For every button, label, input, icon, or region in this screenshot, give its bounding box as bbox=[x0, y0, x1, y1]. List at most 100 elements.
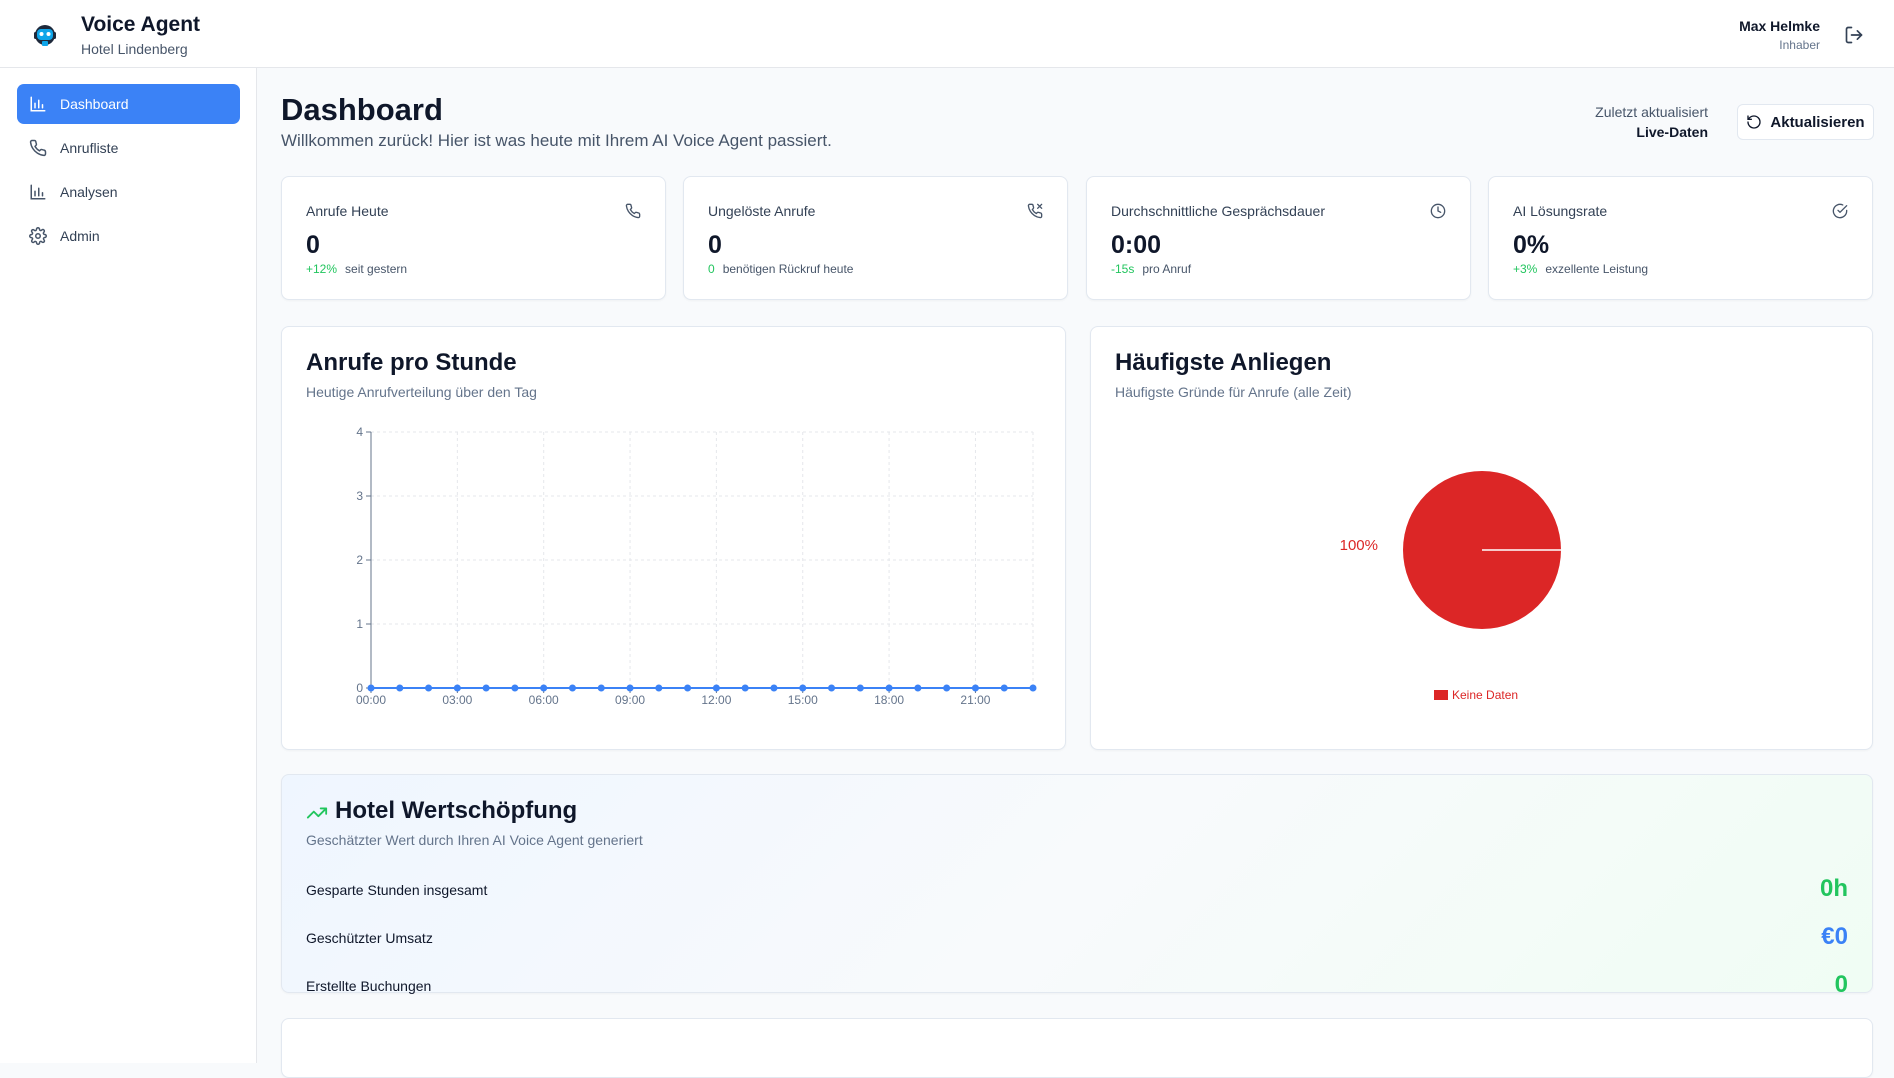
data-point bbox=[914, 684, 922, 692]
data-point bbox=[482, 684, 490, 692]
top-topics-card: Häufigste Anliegen Häufigste Gründe für … bbox=[1090, 326, 1873, 750]
stat-label: Anrufe Heute bbox=[306, 203, 389, 219]
created-bookings-label: Erstellte Buchungen bbox=[306, 978, 432, 994]
y-tick-label: 4 bbox=[356, 425, 363, 439]
hotel-name: Hotel Lindenberg bbox=[81, 41, 188, 57]
x-tick-label: 06:00 bbox=[529, 693, 559, 707]
x-tick-label: 00:00 bbox=[356, 693, 386, 707]
x-tick-label: 12:00 bbox=[701, 693, 731, 707]
phone-icon bbox=[29, 139, 47, 157]
data-point bbox=[1029, 684, 1037, 692]
data-point bbox=[568, 684, 576, 692]
stat-footnote: 0 benötigen Rückruf heute bbox=[708, 262, 853, 276]
phone-icon bbox=[625, 203, 641, 219]
main-content: Dashboard Willkommen zurück! Hier ist wa… bbox=[257, 68, 1894, 1078]
data-point bbox=[655, 684, 663, 692]
saved-hours-label: Gesparte Stunden insgesamt bbox=[306, 882, 488, 898]
bar-chart-icon bbox=[30, 96, 46, 112]
stat-label: Durchschnittliche Gesprächsdauer bbox=[1111, 203, 1325, 219]
robot-headset-logo-icon bbox=[34, 25, 56, 46]
stat-value: 0 bbox=[306, 231, 320, 259]
stat-label: AI Lösungsrate bbox=[1513, 203, 1608, 219]
stat-label: Ungelöste Anrufe bbox=[708, 203, 816, 219]
stat-value: 0:00 bbox=[1111, 231, 1162, 259]
saved-hours-value: 0h bbox=[1819, 875, 1848, 902]
protected-revenue-label: Geschützter Umsatz bbox=[306, 930, 433, 946]
calls-per-hour-chart: 0123400:00 03:00 06:00 09:00 12:00 15:00 18:00… bbox=[356, 425, 1037, 707]
page-subtitle: Willkommen zurück! Hier ist was heute mi… bbox=[281, 131, 832, 150]
card-title: Hotel Wertschöpfung bbox=[335, 797, 578, 824]
stat-card-ai-resolution-rate: AI Lösungsrate 0% +3% exzellente Leistung bbox=[1488, 176, 1873, 300]
x-tick-label: 03:00 bbox=[442, 693, 472, 707]
sidebar-item-analysen[interactable]: Analysen bbox=[17, 172, 240, 212]
pie-legend: Keine Daten bbox=[1434, 688, 1518, 702]
x-tick-label: 15:00 bbox=[788, 693, 818, 707]
y-tick-label: 2 bbox=[356, 553, 363, 567]
x-tick-label: 18:00 bbox=[874, 693, 904, 707]
data-point bbox=[453, 684, 461, 692]
data-point bbox=[799, 684, 807, 692]
clock-icon bbox=[1430, 203, 1446, 219]
stat-delta: +3% bbox=[1513, 262, 1538, 276]
stat-footnote: -15s pro Anruf bbox=[1111, 262, 1191, 276]
data-point bbox=[885, 684, 893, 692]
stat-value: 0 bbox=[708, 231, 722, 259]
sidebar-item-anrufliste[interactable]: Anrufliste bbox=[17, 128, 240, 168]
hotel-value-card: Hotel Wertschöpfung Geschätzter Wert dur… bbox=[281, 774, 1873, 998]
data-point bbox=[971, 684, 979, 692]
data-point bbox=[741, 684, 749, 692]
data-point bbox=[770, 684, 778, 692]
data-point bbox=[511, 684, 519, 692]
user-name: Max Helmke bbox=[1739, 18, 1820, 34]
y-tick-label: 3 bbox=[356, 489, 363, 503]
sidebar-item-label: Admin bbox=[60, 228, 100, 244]
pie-slice-label: 100% bbox=[1340, 537, 1378, 554]
calls-per-hour-card: Anrufe pro Stunde Heutige Anrufverteilun… bbox=[281, 326, 1066, 750]
legend-swatch bbox=[1434, 690, 1448, 700]
stat-footnote: +3% exzellente Leistung bbox=[1513, 262, 1648, 276]
data-point bbox=[540, 684, 548, 692]
stat-value: 0% bbox=[1513, 231, 1550, 259]
next-section-card bbox=[281, 1018, 1873, 1078]
data-point bbox=[828, 684, 836, 692]
x-tick-label: 09:00 bbox=[615, 693, 645, 707]
data-point bbox=[684, 684, 692, 692]
y-tick-label: 1 bbox=[356, 617, 363, 631]
stat-delta: -15s bbox=[1111, 262, 1135, 276]
stat-card-avg-duration: Durchschnittliche Gesprächsdauer 0:00 -1… bbox=[1086, 176, 1471, 300]
refresh-label: Aktualisieren bbox=[1770, 113, 1865, 131]
sidebar-item-label: Analysen bbox=[60, 184, 118, 200]
data-point bbox=[367, 684, 375, 692]
card-subtitle: Geschätzter Wert durch Ihren AI Voice Ag… bbox=[306, 832, 643, 848]
stat-note: exzellente Leistung bbox=[1545, 262, 1649, 276]
logout-icon[interactable] bbox=[1844, 25, 1864, 45]
data-point bbox=[1000, 684, 1008, 692]
data-point bbox=[856, 684, 864, 692]
sidebar-item-label: Dashboard bbox=[60, 96, 129, 112]
sidebar-item-admin[interactable]: Admin bbox=[17, 216, 240, 256]
stat-note: seit gestern bbox=[345, 262, 408, 276]
data-point bbox=[712, 684, 720, 692]
stat-footnote: +12% seit gestern bbox=[306, 262, 407, 276]
sidebar-item-dashboard[interactable]: Dashboard bbox=[17, 84, 240, 124]
legend-label: Keine Daten bbox=[1452, 688, 1519, 702]
app-title: Voice Agent bbox=[81, 13, 201, 36]
stat-note: pro Anruf bbox=[1142, 262, 1192, 276]
stat-card-unresolved-calls: Ungelöste Anrufe 0 0 benötigen Rückruf he… bbox=[683, 176, 1068, 300]
x-tick-label: 21:00 bbox=[960, 693, 990, 707]
data-point bbox=[425, 684, 433, 692]
stat-note: benötigen Rückruf heute bbox=[722, 262, 854, 276]
stat-delta: +12% bbox=[306, 262, 338, 276]
page-title: Dashboard bbox=[281, 92, 443, 127]
last-updated-value: Live-Daten bbox=[1636, 124, 1708, 140]
refresh-button[interactable]: Aktualisieren bbox=[1737, 104, 1874, 140]
gear-icon bbox=[29, 227, 47, 245]
data-point bbox=[943, 684, 951, 692]
user-role: Inhaber bbox=[1779, 38, 1820, 52]
check-circle-icon bbox=[1832, 203, 1848, 219]
sidebar: Dashboard Anrufliste Analysen Admin bbox=[0, 68, 257, 1063]
phone-missed-icon bbox=[1027, 203, 1043, 219]
created-bookings-value: 0 bbox=[1834, 971, 1848, 998]
data-point bbox=[396, 684, 404, 692]
sidebar-item-label: Anrufliste bbox=[60, 140, 119, 156]
